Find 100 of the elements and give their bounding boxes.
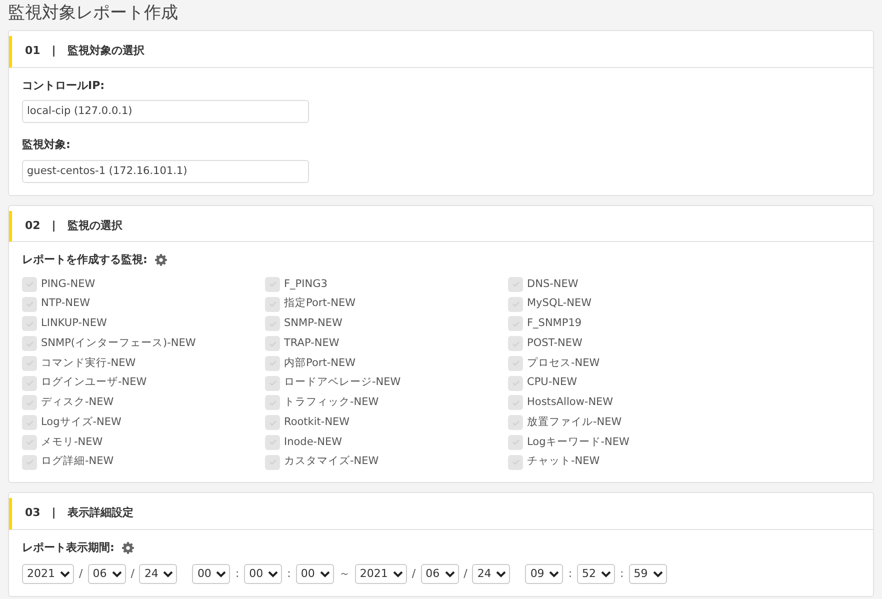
select-field[interactable]: 2021 <box>22 564 74 584</box>
checkbox[interactable] <box>508 356 523 371</box>
caret-icon <box>163 570 174 578</box>
caret-icon <box>320 570 330 578</box>
checkbox[interactable] <box>22 415 37 430</box>
checkbox-label: Logキーワード-NEW <box>527 434 630 450</box>
checkbox-label: ディスク-NEW <box>41 395 114 410</box>
checkbox[interactable] <box>265 276 280 292</box>
checkbox[interactable] <box>508 434 523 450</box>
checkbox[interactable] <box>508 296 523 312</box>
caret-icon <box>444 570 455 578</box>
checkbox[interactable] <box>22 316 37 332</box>
checkbox-label: POST-NEW <box>527 336 582 351</box>
field-label: レポート表示期間: <box>22 540 114 556</box>
checkbox-label: カスタマイズ-NEW <box>284 454 379 470</box>
select-field[interactable]: 24 <box>139 564 178 584</box>
checkbox-label: SNMP(インターフェース)-NEW <box>41 336 196 351</box>
checkbox[interactable] <box>22 356 37 371</box>
checkbox-label: F_SNMP19 <box>527 316 582 331</box>
field-label: レポートを作成する監視: <box>22 252 148 268</box>
checkbox-label: HostsAllow-NEW <box>527 395 614 410</box>
checkbox[interactable] <box>508 395 523 410</box>
checkbox-label: TRAP-NEW <box>284 336 340 351</box>
checkbox[interactable] <box>22 454 37 470</box>
checkbox-label: CPU-NEW <box>527 375 578 390</box>
checkbox[interactable] <box>22 336 37 352</box>
checkbox-label: SNMP-NEW <box>284 316 342 331</box>
checkbox-label: 指定Port-NEW <box>284 296 356 312</box>
select-field[interactable]: 59 <box>628 564 667 584</box>
select-field[interactable]: 06 <box>88 564 126 584</box>
checkbox-label: MySQL-NEW <box>527 296 592 312</box>
checkbox[interactable] <box>22 434 37 450</box>
caret-icon <box>112 570 122 578</box>
settings-icon[interactable] <box>155 254 168 266</box>
caret-icon <box>652 570 663 578</box>
caret-icon <box>601 570 612 578</box>
checkbox-label: PING-NEW <box>41 276 96 292</box>
checkbox[interactable] <box>22 296 37 312</box>
caret-icon <box>60 570 70 578</box>
checkbox[interactable] <box>508 376 523 391</box>
select-field[interactable]: 52 <box>577 564 616 584</box>
checkbox[interactable] <box>265 395 280 410</box>
caret-icon <box>216 570 226 578</box>
checkbox[interactable] <box>22 376 37 391</box>
settings-icon[interactable] <box>122 542 134 554</box>
checkbox-label: Inode-NEW <box>284 434 342 450</box>
separator-text: : <box>235 566 240 582</box>
field-label: コントロールIP: <box>22 78 106 94</box>
checkbox[interactable] <box>508 454 523 470</box>
section-heading: 01 | 監視対象の選択 <box>25 44 144 57</box>
field-label: 監視対象: <box>22 137 72 153</box>
checkbox[interactable] <box>265 454 280 470</box>
caret-icon <box>268 570 278 578</box>
checkbox[interactable] <box>22 276 37 292</box>
separator-text: ～ <box>338 566 350 582</box>
checkbox-label: コマンド実行-NEW <box>41 356 136 370</box>
checkbox[interactable] <box>508 336 523 352</box>
separator-text: / <box>79 566 83 582</box>
checkbox-label: Logサイズ-NEW <box>41 414 122 430</box>
checkbox[interactable] <box>265 376 280 391</box>
select-field[interactable]: 00 <box>244 564 282 584</box>
separator-text: : <box>620 566 624 582</box>
checkbox[interactable] <box>265 316 280 332</box>
section-heading: 02 | 監視の選択 <box>25 218 122 232</box>
checkbox-label: ログインユーザ-NEW <box>41 375 147 390</box>
select-field[interactable]: 06 <box>420 564 459 584</box>
separator-text: / <box>412 566 416 582</box>
checkbox-label: 放置ファイル-NEW <box>527 414 622 430</box>
checkbox-label: Rootkit-NEW <box>284 414 350 430</box>
checkbox[interactable] <box>508 276 523 292</box>
checkbox-label: トラフィック-NEW <box>284 395 379 410</box>
separator-text: : <box>568 566 572 582</box>
checkbox-label: ログ詳細-NEW <box>41 454 114 470</box>
checkbox[interactable] <box>265 434 280 450</box>
checkbox-label: 内部Port-NEW <box>284 356 356 370</box>
checkbox[interactable] <box>22 395 37 410</box>
select-field[interactable]: 24 <box>472 564 510 584</box>
checkbox[interactable] <box>265 296 280 312</box>
checkbox[interactable] <box>265 356 280 371</box>
checkbox[interactable] <box>508 316 523 332</box>
checkbox-label: メモリ-NEW <box>41 434 103 450</box>
select-field[interactable]: 00 <box>296 564 334 584</box>
checkbox[interactable] <box>508 415 523 430</box>
caret-icon <box>392 570 403 578</box>
select-field[interactable]: 09 <box>525 564 564 584</box>
separator-text: / <box>464 566 468 582</box>
checkbox[interactable] <box>265 336 280 352</box>
select-field[interactable]: 2021 <box>354 564 407 584</box>
checkbox-label: プロセス-NEW <box>527 356 600 370</box>
separator-text: : <box>287 566 291 582</box>
checkbox-label: ロードアベレージ-NEW <box>284 375 401 390</box>
checkbox-label: チャット-NEW <box>527 454 600 470</box>
caret-icon <box>496 570 506 578</box>
select-field[interactable]: 00 <box>192 564 230 584</box>
select-field[interactable]: guest-centos-1 (172.16.101.1) <box>22 160 309 182</box>
checkbox-label: NTP-NEW <box>41 296 90 312</box>
checkbox-label: DNS-NEW <box>527 276 578 292</box>
checkbox[interactable] <box>265 415 280 430</box>
select-field[interactable]: local-cip (127.0.0.1) <box>22 100 309 123</box>
separator-text: / <box>130 566 134 582</box>
